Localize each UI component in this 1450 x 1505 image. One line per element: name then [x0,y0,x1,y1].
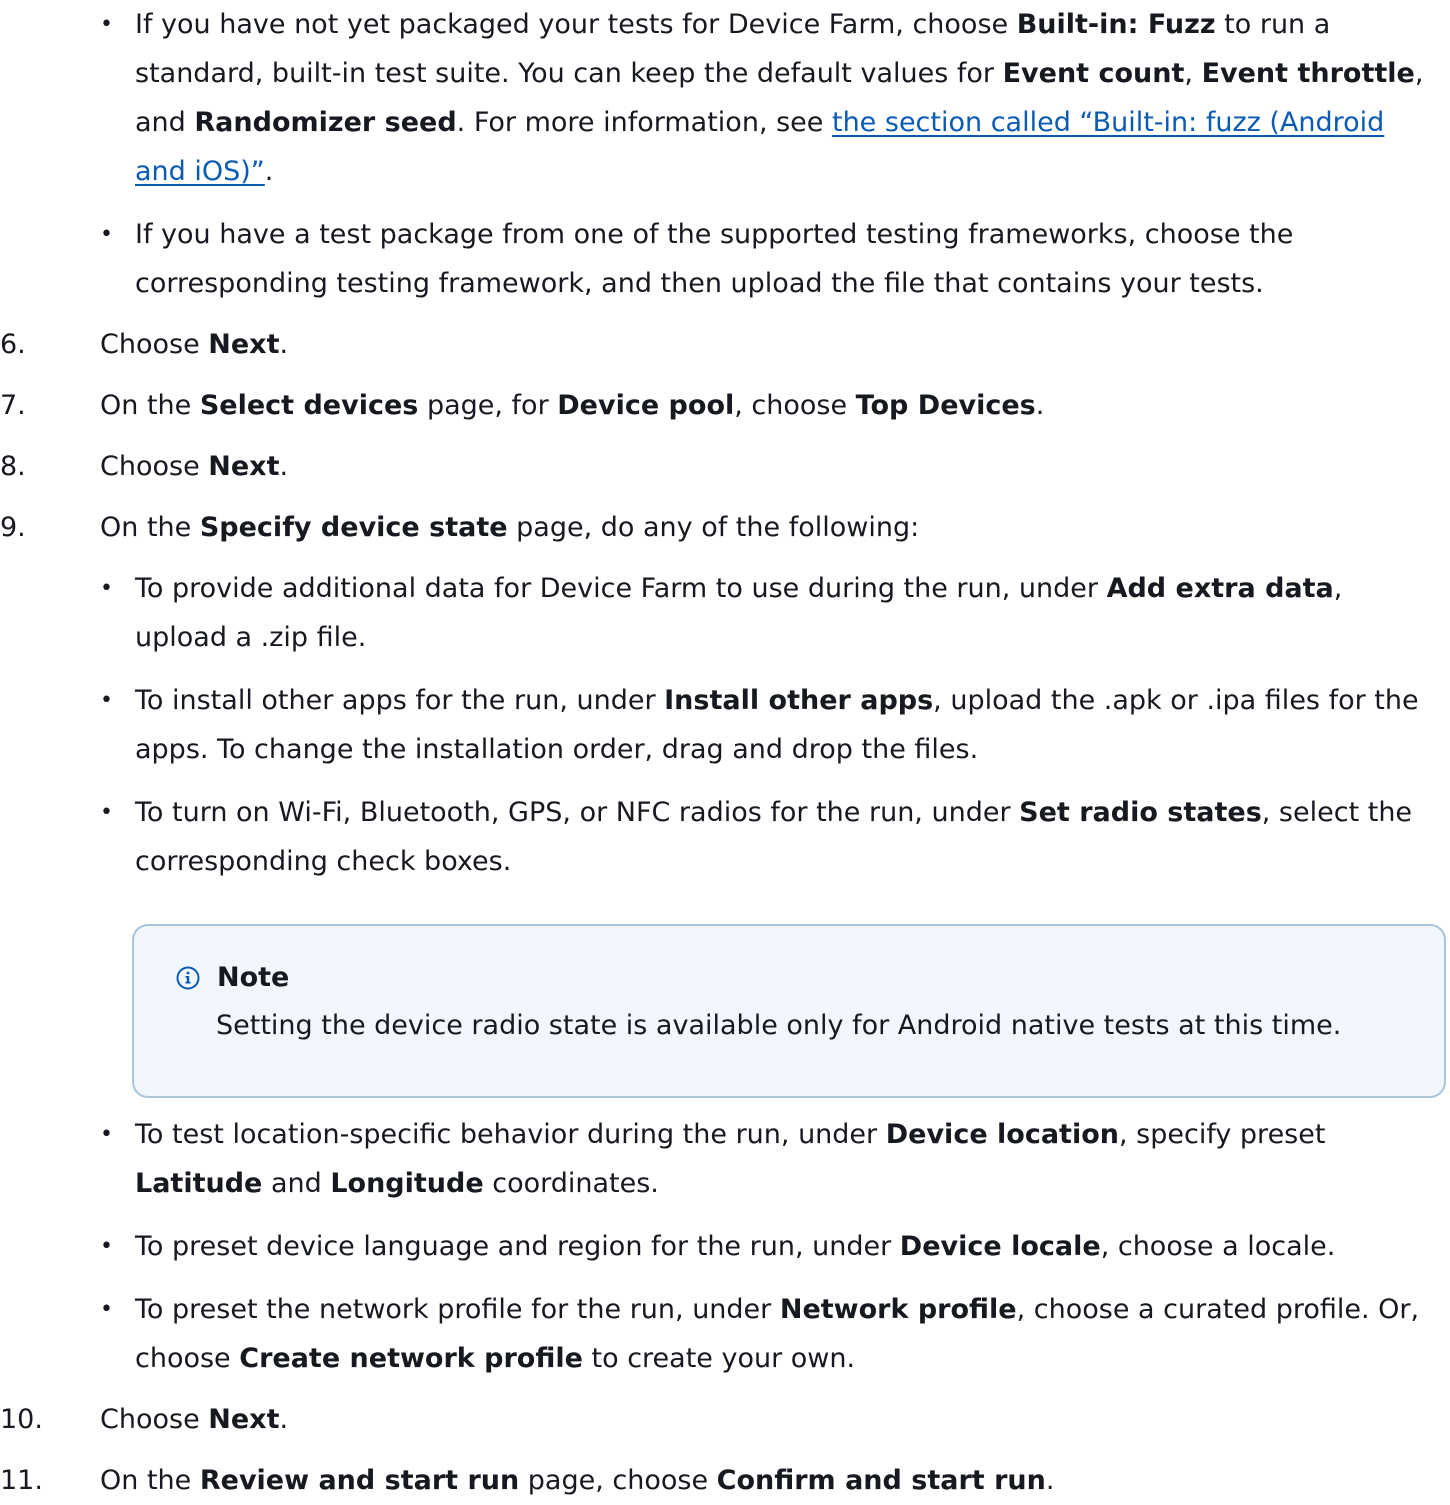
text-span: , choose [734,390,856,421]
text-span: . For more information, see [456,107,832,138]
bold-term: Select devices [199,390,419,421]
text-span: Choose [100,1404,209,1435]
text-span: On the [100,390,200,421]
bold-term: Next [208,451,280,482]
text-span: . [1035,390,1045,421]
step-6: 6. Choose Next. [0,320,1450,369]
document-body: • If you have not yet packaged your test… [0,0,1450,1505]
text-span: If you have a test package from one of t… [135,219,1294,299]
text-span: To install other apps for the run, under [135,685,665,716]
text-span: To provide additional data for Device Fa… [135,573,1107,604]
text-span: . [1045,1465,1055,1496]
step-7: 7. On the Select devices page, for Devic… [0,381,1450,430]
list-item: • To provide additional data for Device … [0,564,1450,662]
text-span: Choose [100,329,209,360]
bold-term: Event count [1002,58,1185,89]
text-span: On the [100,1465,200,1496]
note-callout: Note Setting the device radio state is a… [132,924,1446,1098]
bullet-marker: • [100,1297,113,1322]
bullet-marker: • [100,1234,113,1259]
note-header: Note [176,953,289,1002]
bold-term: Network profile [779,1294,1017,1325]
bullet-marker: • [100,800,113,825]
text-span: On the [100,512,200,543]
list-item: • To install other apps for the run, und… [0,676,1450,774]
text-span: To preset device language and region for… [135,1231,900,1262]
bold-term: Randomizer seed [194,107,457,138]
text-span: page, do any of the following: [507,512,920,543]
step-number: 11. [0,1465,43,1496]
bold-term: Latitude [135,1168,263,1199]
text-span: page, choose [519,1465,717,1496]
step-number: 7. [0,390,26,421]
bold-term: Review and start run [199,1465,520,1496]
bullet-marker: • [100,576,113,601]
step-number: 9. [0,512,26,543]
step-number: 8. [0,451,26,482]
bold-term: Device pool [557,390,735,421]
text-span: , [1184,58,1202,89]
text-span: . [279,451,289,482]
bold-term: Next [208,329,280,360]
step-11: 11. On the Review and start run page, ch… [0,1456,1450,1505]
bold-term: Event throttle [1201,58,1415,89]
text-span: and [262,1168,331,1199]
text-span: page, for [418,390,558,421]
bold-term: Top Devices [855,390,1036,421]
text-span: Choose [100,451,209,482]
text-span: To turn on Wi-Fi, Bluetooth, GPS, or NFC… [135,797,1020,828]
bold-term: Create network profile [239,1343,583,1374]
bullet-marker: • [100,222,113,247]
bullet-marker: • [100,688,113,713]
bullet-marker: • [100,12,113,37]
text-span: . [264,156,274,187]
bold-term: Add extra data [1106,573,1334,604]
bold-term: Install other apps [664,685,934,716]
bold-term: Built-in: Fuzz [1016,9,1216,40]
text-span: . [279,329,289,360]
step-9: 9. On the Specify device state page, do … [0,503,1450,552]
step-number: 10. [0,1404,43,1435]
bold-term: Set radio states [1019,797,1262,828]
text-span: , choose a locale. [1100,1231,1336,1262]
bold-term: Device location [885,1119,1119,1150]
bold-term: Longitude [330,1168,484,1199]
step-8: 8. Choose Next. [0,442,1450,491]
bold-term: Device locale [899,1231,1101,1262]
text-span: . [279,1404,289,1435]
text-span: To preset the network profile for the ru… [135,1294,780,1325]
list-item: • If you have a test package from one of… [0,210,1450,308]
bold-term: Next [208,1404,280,1435]
bold-term: Specify device state [199,512,508,543]
note-title: Note [217,962,290,993]
step-number: 6. [0,329,26,360]
text-span: , specify preset [1119,1119,1326,1150]
text-span: To test location-specific behavior durin… [135,1119,886,1150]
bold-term: Confirm and start run [716,1465,1046,1496]
text-span: to create your own. [582,1343,856,1374]
list-item: • To turn on Wi-Fi, Bluetooth, GPS, or N… [0,788,1450,886]
step-10: 10. Choose Next. [0,1395,1450,1444]
list-item: • To test location-specific behavior dur… [0,1110,1450,1208]
list-item: • To preset the network profile for the … [0,1285,1450,1383]
note-text: Setting the device radio state is availa… [216,1010,1342,1041]
list-item: • If you have not yet packaged your test… [0,0,1450,196]
bullet-marker: • [100,1122,113,1147]
info-icon [176,966,200,989]
list-item: • To preset device language and region f… [0,1222,1450,1271]
text-span: coordinates. [483,1168,659,1199]
text-span: If you have not yet packaged your tests … [135,9,1017,40]
